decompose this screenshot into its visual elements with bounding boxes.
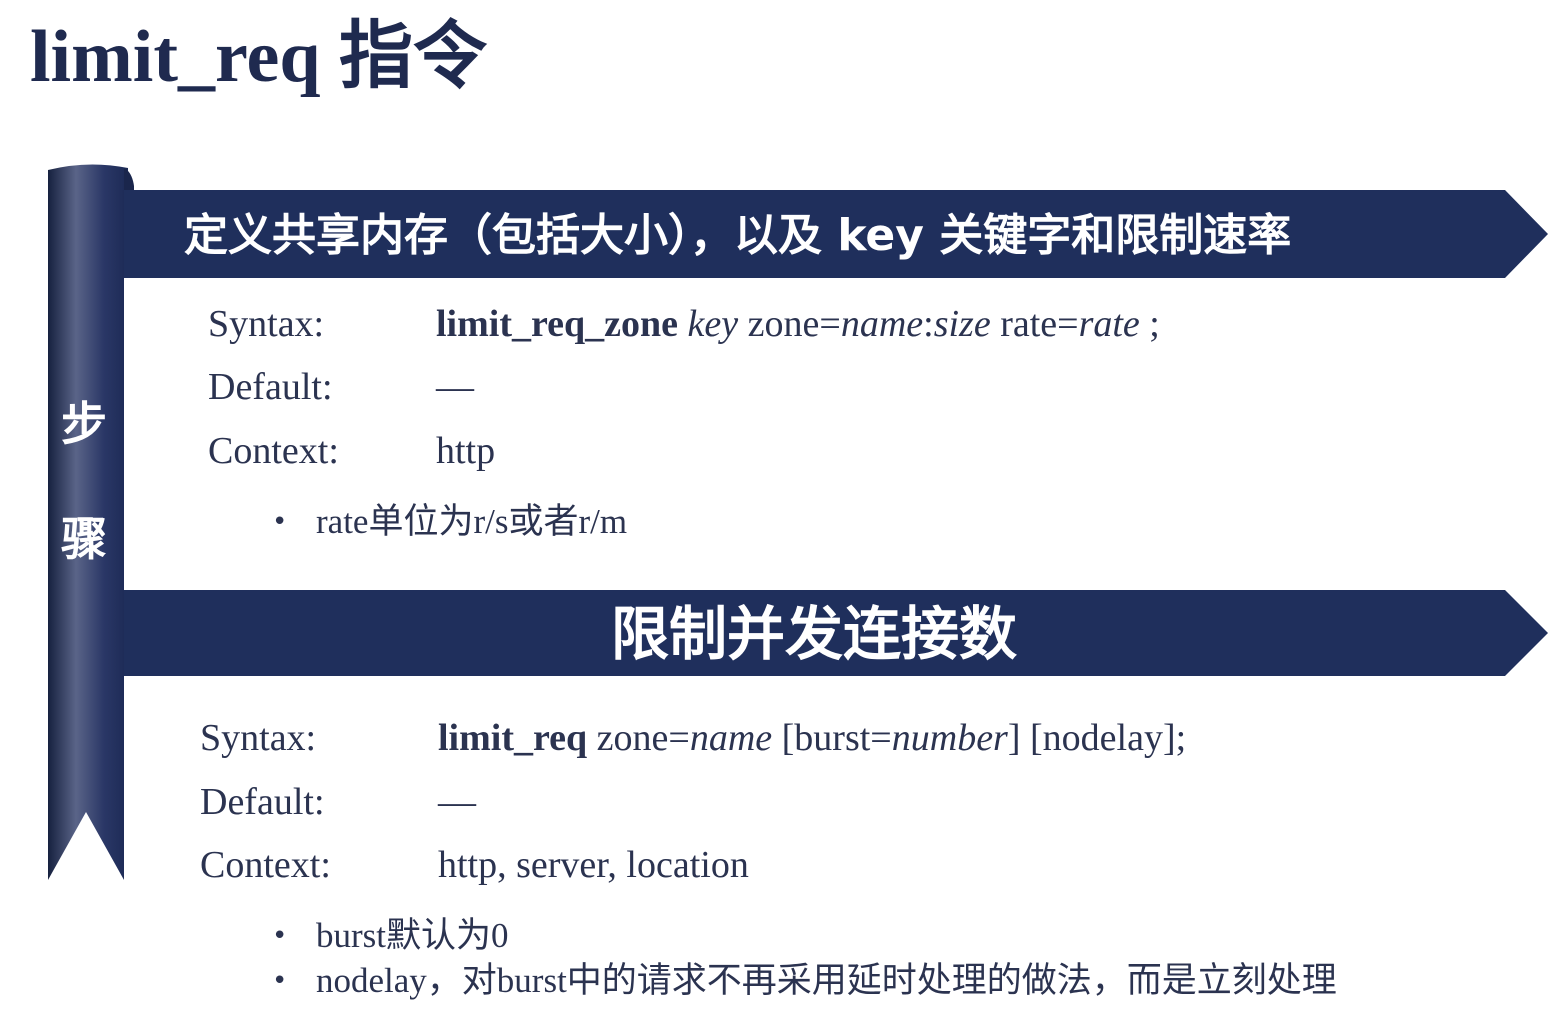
syntax-label: Syntax: (208, 303, 325, 345)
directive-keyword: limit_req (438, 717, 588, 759)
context-label: Context: (208, 430, 339, 472)
section-1-context-row: Context: http (208, 429, 808, 477)
section-1-default-row: Default: — (208, 365, 808, 413)
syntax-value: limit_req_zone key zone=name:size rate=r… (436, 302, 1160, 346)
syntax-text: [burst= (772, 717, 892, 759)
section-1-heading: 定义共享内存（包括大小），以及 key 关键字和限制速率 (184, 210, 1292, 261)
context-value: http, server, location (438, 844, 749, 886)
default-value: — (438, 781, 476, 823)
section-2-syntax-row: Syntax: limit_req zone=name [burst=numbe… (200, 716, 1300, 764)
directive-keyword: limit_req_zone (436, 303, 679, 345)
side-label-char-2: 骤 (61, 512, 107, 566)
bullet-text: burst默认为0 (316, 916, 509, 955)
param-size: size (933, 303, 991, 345)
param-key: key (687, 303, 739, 345)
context-label: Context: (200, 844, 331, 886)
syntax-label: Syntax: (200, 717, 317, 759)
default-value: — (436, 366, 474, 408)
context-value: http (436, 430, 496, 472)
section-2-bullet-2: • nodelay，对burst中的请求不再采用延时处理的做法，而是立刻处理 (272, 959, 1472, 1003)
param-name: name (689, 717, 773, 759)
param-name: name (840, 303, 924, 345)
param-number: number (891, 717, 1008, 759)
section-1-syntax-row: Syntax: limit_req_zone key zone=name:siz… (208, 302, 1308, 350)
section-1-bullet: • rate单位为r/s或者r/m (272, 500, 972, 544)
syntax-text: ; (1139, 303, 1160, 345)
default-label: Default: (200, 781, 325, 823)
param-rate: rate (1078, 303, 1140, 345)
section-2-heading: 限制并发连接数 (610, 600, 1017, 668)
section-2-bullet-1: • burst默认为0 (272, 914, 972, 958)
bullet-dot: • (272, 921, 288, 951)
syntax-text: ] [nodelay]; (1007, 717, 1187, 759)
syntax-text: : (923, 303, 934, 345)
section-2-default-row: Default: — (200, 780, 800, 828)
syntax-text: zone= (587, 717, 690, 759)
section-2-context-row: Context: http, server, location (200, 843, 1000, 891)
bullet-dot: • (272, 507, 288, 537)
bullet-dot: • (272, 966, 288, 996)
syntax-value: limit_req zone=name [burst=number] [node… (438, 716, 1186, 760)
default-label: Default: (208, 366, 333, 408)
syntax-text: zone= (738, 303, 841, 345)
syntax-text: rate= (990, 303, 1079, 345)
bullet-text: nodelay，对burst中的请求不再采用延时处理的做法，而是立刻处理 (316, 961, 1337, 1000)
bullet-text: rate单位为r/s或者r/m (316, 502, 628, 541)
side-label-char-1: 步 (61, 397, 107, 451)
